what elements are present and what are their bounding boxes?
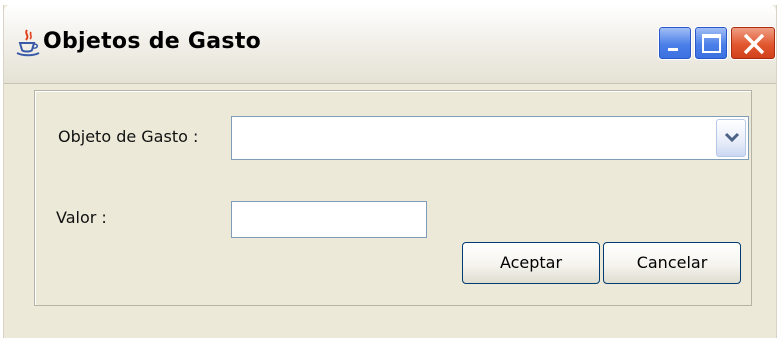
objeto-de-gasto-label: Objeto de Gasto : <box>58 127 199 146</box>
valor-input[interactable] <box>231 201 427 238</box>
combobox-dropdown-button[interactable] <box>716 119 746 157</box>
window-title: Objetos de Gasto <box>43 29 262 54</box>
aceptar-button[interactable]: Aceptar <box>462 242 600 284</box>
valor-label: Valor : <box>56 208 107 227</box>
close-icon <box>743 33 765 55</box>
minimize-button[interactable] <box>658 26 692 60</box>
title-bar[interactable]: Objetos de Gasto <box>4 5 776 84</box>
minimize-icon <box>668 48 678 51</box>
cancelar-button[interactable]: Cancelar <box>603 242 741 284</box>
maximize-button[interactable] <box>694 26 728 60</box>
java-cup-icon <box>15 29 41 57</box>
close-button[interactable] <box>730 26 776 60</box>
objeto-de-gasto-combobox[interactable] <box>231 116 749 160</box>
maximize-icon <box>702 34 721 53</box>
chevron-down-icon <box>724 132 740 143</box>
